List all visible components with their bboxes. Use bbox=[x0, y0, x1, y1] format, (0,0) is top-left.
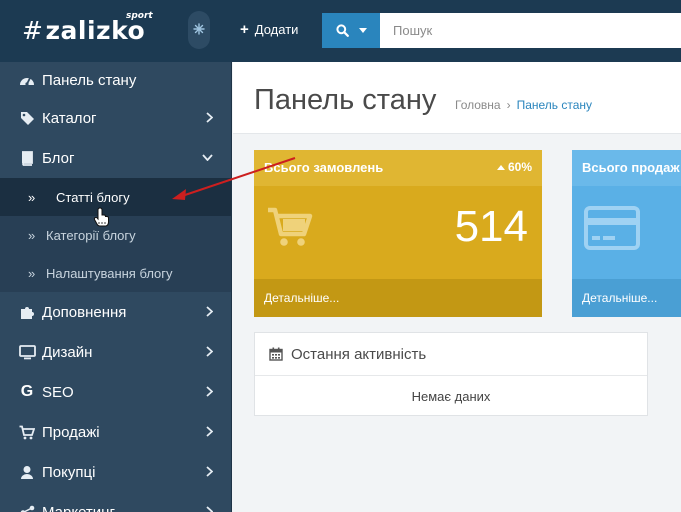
sidebar-subitem-label: Налаштування блогу bbox=[46, 265, 173, 281]
top-header: #zalizko sport + Додати bbox=[0, 0, 681, 62]
search-bar bbox=[322, 13, 681, 48]
double-chevron-right-icon: » bbox=[28, 227, 36, 243]
tile-total-orders: Всього замовлень 60% 514 Детальніше... bbox=[254, 150, 542, 317]
sidebar-item-label: Покупці bbox=[42, 463, 96, 481]
sidebar-item-sales[interactable]: Продажі bbox=[0, 412, 231, 452]
sidebar-item-label: Блог bbox=[42, 149, 75, 167]
snowflake-icon bbox=[193, 23, 205, 35]
breadcrumb-current[interactable]: Панель стану bbox=[517, 98, 592, 112]
tile-total-sales: Всього продаж Детальніше... bbox=[572, 150, 681, 317]
tile-header: Всього замовлень 60% bbox=[254, 150, 542, 186]
tile-title: Всього продаж bbox=[582, 160, 680, 175]
sidebar-item-label: SEO bbox=[42, 383, 74, 401]
double-chevron-right-icon: » bbox=[28, 189, 36, 205]
tile-header: Всього продаж bbox=[572, 150, 681, 186]
puzzle-icon bbox=[18, 305, 36, 320]
double-chevron-right-icon: » bbox=[28, 265, 36, 281]
logo[interactable]: #zalizko sport bbox=[22, 11, 153, 45]
credit-card-icon bbox=[584, 206, 640, 250]
page-header: Панель стану Головна › Панель стану bbox=[233, 62, 681, 134]
panel-title: Остання активність bbox=[291, 345, 427, 363]
tile-details-link[interactable]: Детальніше... bbox=[572, 279, 681, 317]
sidebar-subitem-blog-categories[interactable]: » Категорії блогу bbox=[0, 216, 231, 254]
recent-activity-panel: Остання активність Немає даних bbox=[254, 332, 648, 416]
main-content: Панель стану Головна › Панель стану Всьо… bbox=[233, 62, 681, 512]
panel-header: Остання активність bbox=[255, 333, 647, 376]
sidebar-item-catalog[interactable]: Каталог bbox=[0, 98, 231, 138]
plus-icon: + bbox=[240, 20, 249, 38]
sidebar-subitem-label: Категорії блогу bbox=[46, 227, 136, 243]
sidebar-item-customers[interactable]: Покупці bbox=[0, 452, 231, 492]
chevron-right-icon bbox=[206, 426, 213, 437]
sidebar-item-label: Доповнення bbox=[42, 303, 127, 321]
add-button-label: Додати bbox=[254, 22, 299, 37]
breadcrumb: Головна › Панель стану bbox=[455, 98, 592, 112]
chevron-down-icon bbox=[202, 154, 213, 161]
caret-up-icon bbox=[496, 165, 505, 170]
sidebar: Панель стану Каталог Блог » Статті блогу… bbox=[0, 62, 232, 512]
cart-icon bbox=[18, 425, 36, 440]
chevron-right-icon bbox=[206, 306, 213, 317]
shopping-cart-icon bbox=[268, 207, 313, 246]
sidebar-item-blog[interactable]: Блог bbox=[0, 138, 231, 178]
sidebar-subitem-blog-articles[interactable]: » Статті блогу bbox=[0, 178, 231, 216]
chevron-right-icon bbox=[206, 112, 213, 123]
sidebar-item-label: Продажі bbox=[42, 423, 100, 441]
chevron-right-icon bbox=[206, 506, 213, 512]
chevron-right-icon bbox=[206, 346, 213, 357]
page-title: Панель стану bbox=[254, 84, 437, 116]
sidebar-subitem-blog-settings[interactable]: » Налаштування блогу bbox=[0, 254, 231, 292]
sidebar-item-seo[interactable]: G SEO bbox=[0, 372, 231, 412]
sidebar-toggle[interactable] bbox=[188, 11, 210, 49]
google-icon: G bbox=[20, 383, 34, 400]
panel-empty-message: Немає даних bbox=[411, 388, 491, 404]
calendar-icon bbox=[269, 347, 283, 361]
chevron-right-icon bbox=[206, 386, 213, 397]
sidebar-item-design[interactable]: Дизайн bbox=[0, 332, 231, 372]
sidebar-item-extensions[interactable]: Доповнення bbox=[0, 292, 231, 332]
share-icon bbox=[18, 505, 36, 512]
search-icon bbox=[335, 24, 349, 37]
tag-icon bbox=[18, 111, 36, 126]
search-input[interactable] bbox=[380, 13, 681, 48]
logo-hash: # bbox=[22, 16, 44, 45]
tile-value: 514 bbox=[454, 202, 528, 251]
add-button[interactable]: + Додати bbox=[240, 20, 299, 38]
sidebar-item-dashboard[interactable]: Панель стану bbox=[0, 62, 231, 98]
tile-title: Всього замовлень bbox=[264, 160, 384, 175]
user-icon bbox=[18, 465, 36, 480]
monitor-icon bbox=[18, 344, 36, 360]
breadcrumb-separator: › bbox=[506, 98, 511, 112]
book-icon bbox=[18, 150, 36, 166]
sidebar-item-label: Панель стану bbox=[42, 71, 137, 89]
sidebar-item-marketing[interactable]: Маркетинг bbox=[0, 492, 231, 512]
dashboard-icon bbox=[18, 73, 36, 87]
sidebar-subitem-label: Статті блогу bbox=[56, 189, 130, 205]
caret-down-icon bbox=[358, 28, 367, 33]
sidebar-item-label: Маркетинг bbox=[42, 503, 115, 512]
sidebar-item-label: Дизайн bbox=[42, 343, 93, 361]
chevron-right-icon bbox=[206, 466, 213, 477]
sidebar-item-label: Каталог bbox=[42, 109, 97, 127]
percent-badge: 60% bbox=[496, 160, 532, 176]
breadcrumb-home[interactable]: Головна bbox=[455, 98, 501, 112]
logo-sport: sport bbox=[126, 11, 153, 21]
tile-details-link[interactable]: Детальніше... bbox=[254, 279, 542, 317]
search-dropdown-button[interactable] bbox=[322, 13, 380, 48]
